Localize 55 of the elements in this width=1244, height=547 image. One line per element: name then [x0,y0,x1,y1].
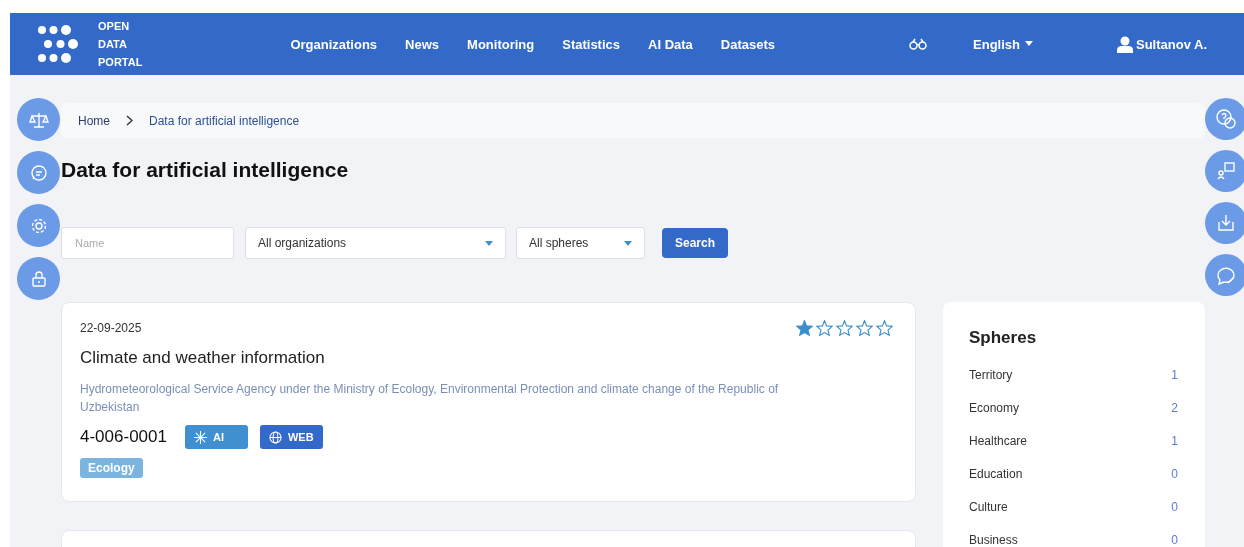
glasses-icon[interactable] [909,38,928,50]
star-icon [876,320,893,336]
nav-link[interactable]: Organizations [290,36,378,52]
globe-icon [268,430,282,444]
logo-text: OPEN [98,19,131,34]
nav-link[interactable]: Monitoring [467,36,535,52]
sphere-count: 0 [1171,500,1178,516]
sphere-dropdown[interactable]: All spheres [516,227,645,259]
sphere-count: 0 [1171,533,1178,547]
download-icon [1215,212,1237,234]
web-badge: WEB [259,425,323,449]
nav-link[interactable]: AI Data [648,36,693,52]
help-chat-icon [1215,108,1237,130]
person-icon [1117,35,1133,53]
caret-icon [1025,41,1033,47]
chat-icon [28,162,49,183]
sphere-link[interactable]: Healthcare [969,434,1028,467]
person-message-icon [1215,160,1237,182]
chevron-icon [126,115,133,126]
star-icon [796,320,813,336]
nav-link[interactable]: Statistics [562,36,621,52]
sphere-link[interactable]: Culture [969,500,1008,533]
page-title: Data for artificial intelligence [61,158,350,182]
sphere-count: 2 [1171,401,1178,417]
logo-text: DATA [98,37,128,52]
sphere-link[interactable]: Business [969,533,1018,547]
breadcrumb-link[interactable]: Data for artificial intelligence [149,113,300,128]
sphere-link[interactable]: Economy [969,401,1020,434]
name-field[interactable]: Name [61,227,234,259]
breadcrumb-link[interactable]: Home [78,113,110,128]
dataset-title[interactable]: Climate and weather information [80,348,895,368]
date-text: 22-09-2025 [80,321,142,335]
organization-dropdown[interactable]: All organizations [245,227,506,259]
language-dropdown[interactable]: English [973,36,1033,52]
ai-badge: AI [184,425,248,449]
nav-link[interactable]: News [405,36,440,52]
logo-text: PORTAL [98,55,143,70]
star-icon [816,320,833,336]
star-icon [836,320,853,336]
panel-title: Spheres [969,328,1038,348]
sphere-count: 1 [1171,434,1178,450]
snowflake-icon [193,430,207,444]
sphere-link[interactable]: Education [969,467,1023,500]
sphere-count: 0 [1171,467,1178,483]
star-icon [856,320,873,336]
caret-icon [485,240,493,246]
sphere-link[interactable]: Territory [969,368,1013,401]
organization-text: Hydrometeorological Service Agency under the Ministry of Ecology, Environmental Protection and climate change of the Republic of Uzbekistan [80,381,780,416]
dataset-code: 4-006-0001 [80,427,167,447]
search-button[interactable]: Search [662,228,729,258]
caret-icon [624,240,632,246]
user-menu[interactable]: Sultanov A. [1117,35,1207,53]
nav-link[interactable]: Datasets [720,36,776,52]
star-rating[interactable] [796,320,893,336]
sphere-count: 1 [1171,368,1178,384]
